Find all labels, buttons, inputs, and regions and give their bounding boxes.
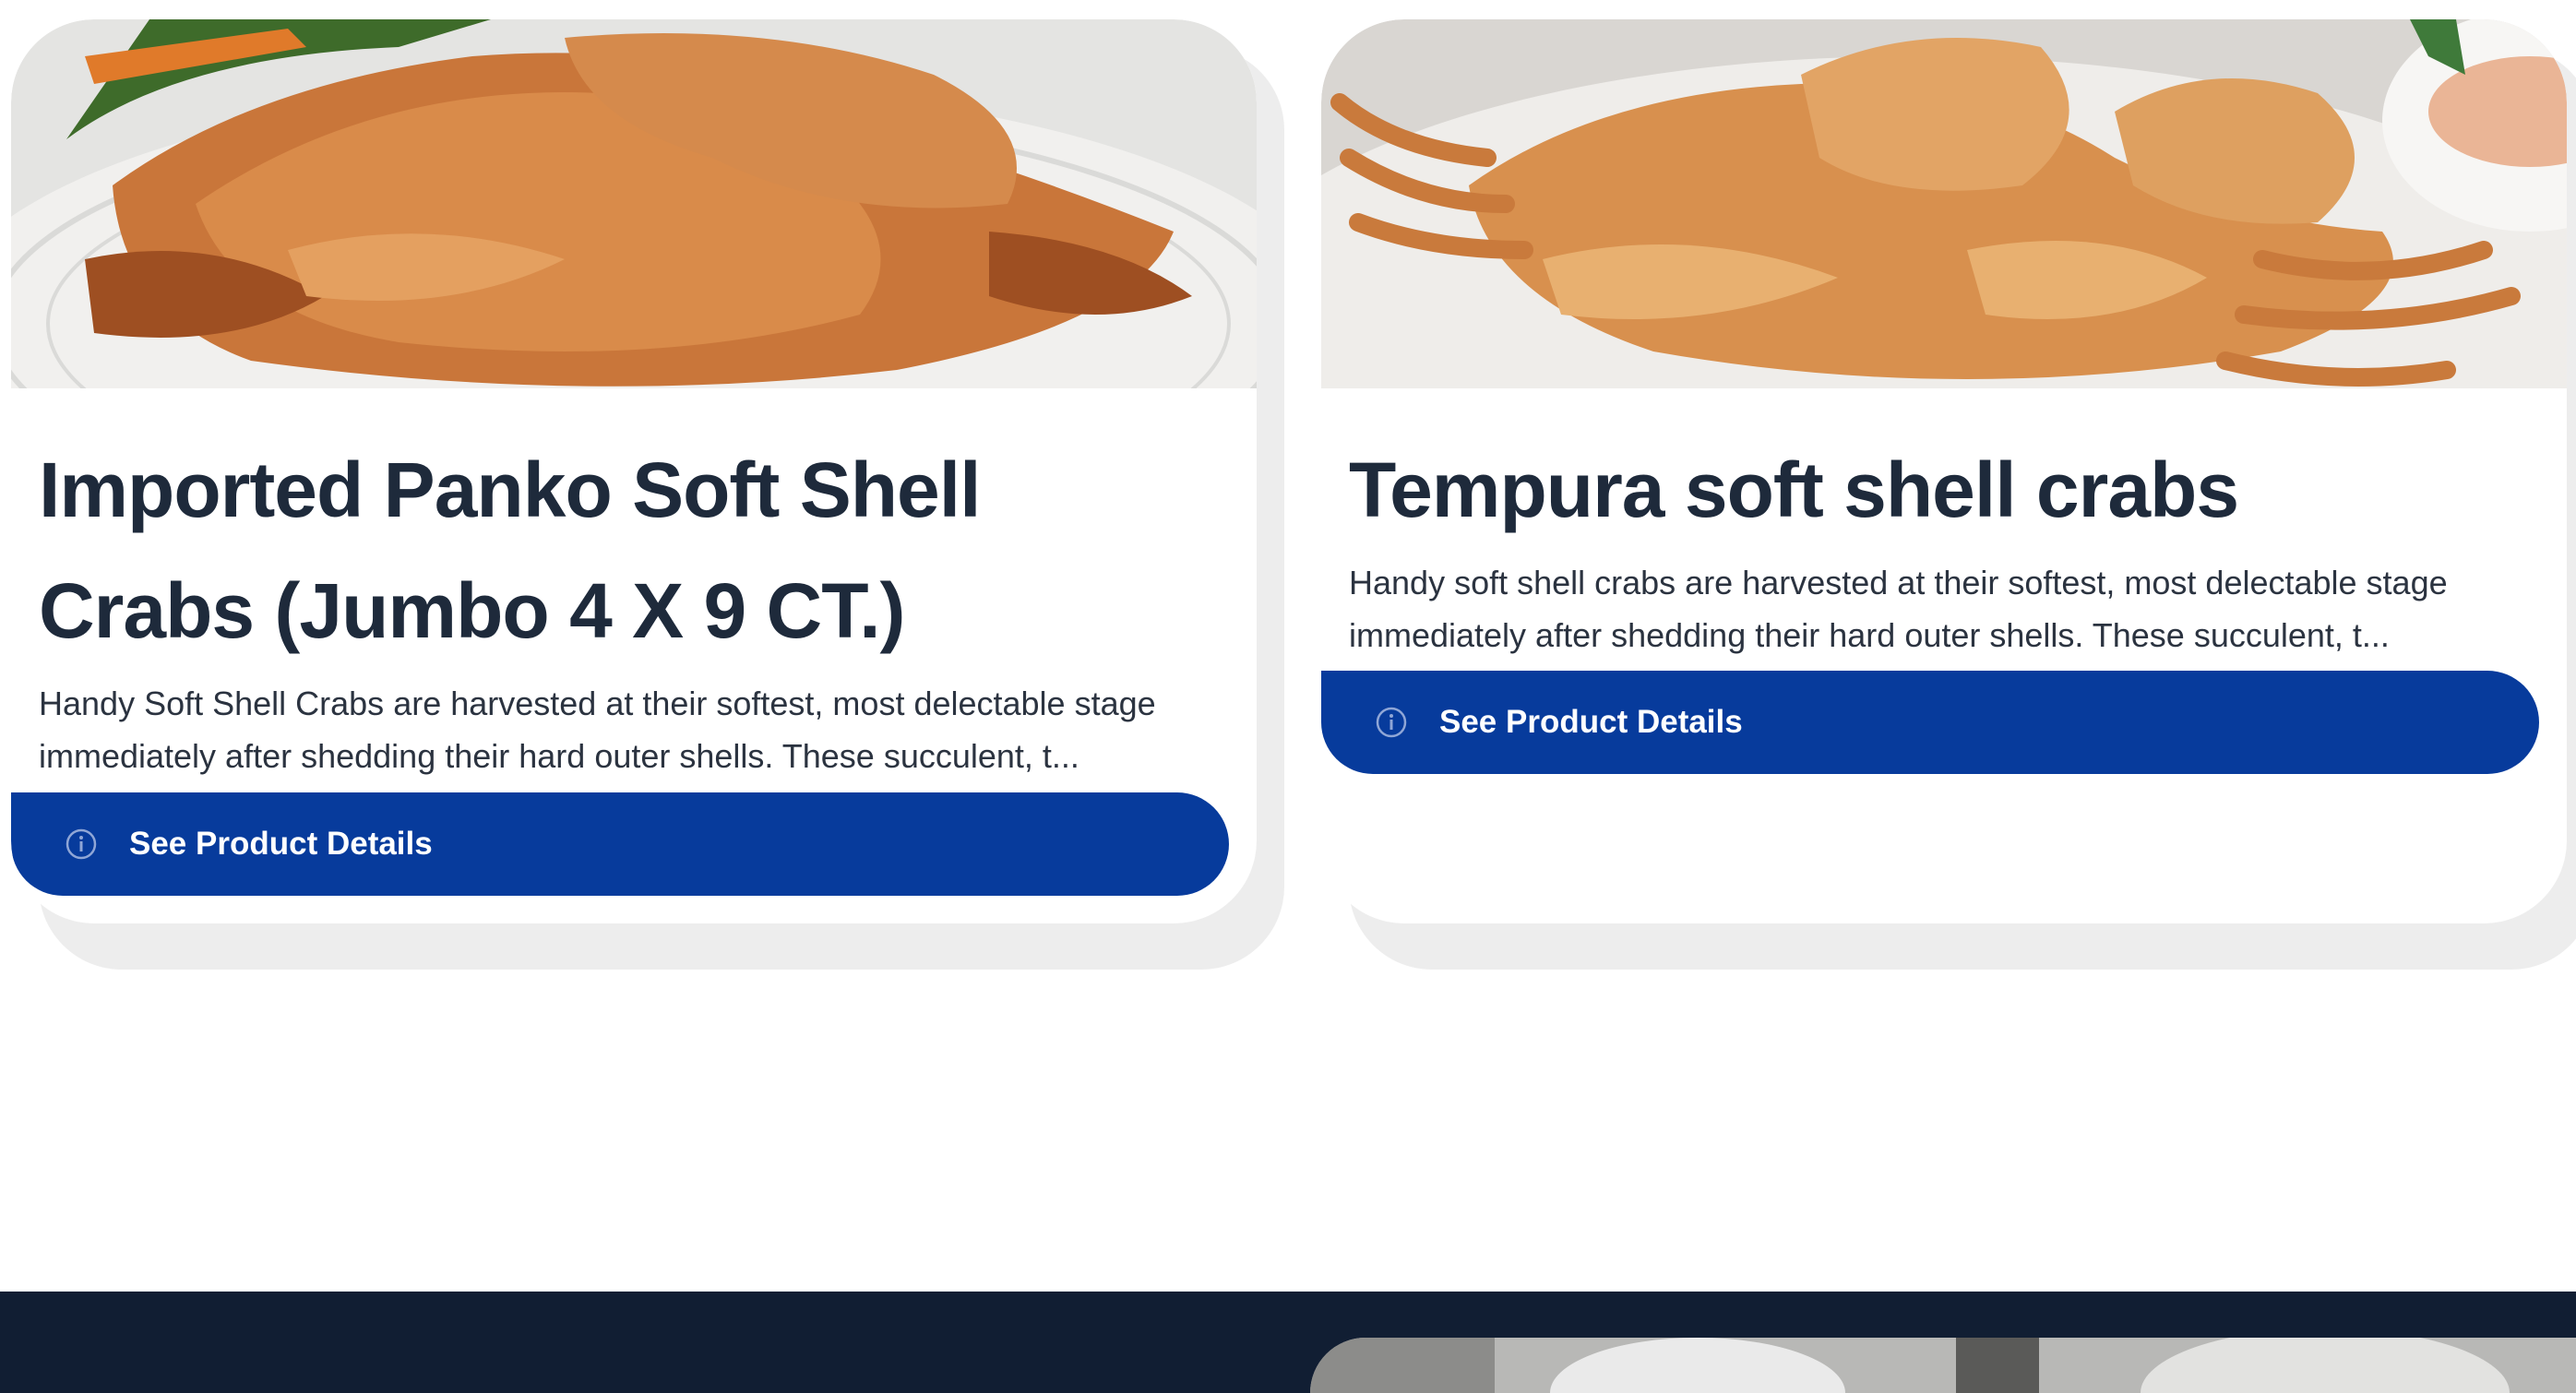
see-product-details-button[interactable]: See Product Details [1321,671,2539,774]
product-title: Tempura soft shell crabs [1349,446,2239,533]
kitchen-staff-photo [1310,1338,2576,1393]
button-label: See Product Details [129,826,433,862]
product-description: Handy Soft Shell Crabs are harvested at … [39,685,1156,775]
info-circle-icon [66,828,97,860]
product-title: Imported Panko Soft Shell Crabs (Jumbo 4… [39,446,981,654]
info-circle-icon [1376,707,1407,738]
tempura-crab-photo [1321,19,2567,388]
see-product-details-button[interactable]: See Product Details [11,792,1229,896]
product-card-panko: Imported Panko Soft Shell Crabs (Jumbo 4… [11,19,1284,970]
product-description: Handy soft shell crabs are harvested at … [1349,564,2448,654]
product-card-body: Imported Panko Soft Shell Crabs (Jumbo 4… [11,19,1257,923]
button-label: See Product Details [1439,704,1743,740]
panko-crab-photo [11,19,1257,388]
product-card-body: Tempura soft shell crabs Handy soft shel… [1321,19,2567,923]
product-card-tempura: Tempura soft shell crabs Handy soft shel… [1321,19,2576,970]
